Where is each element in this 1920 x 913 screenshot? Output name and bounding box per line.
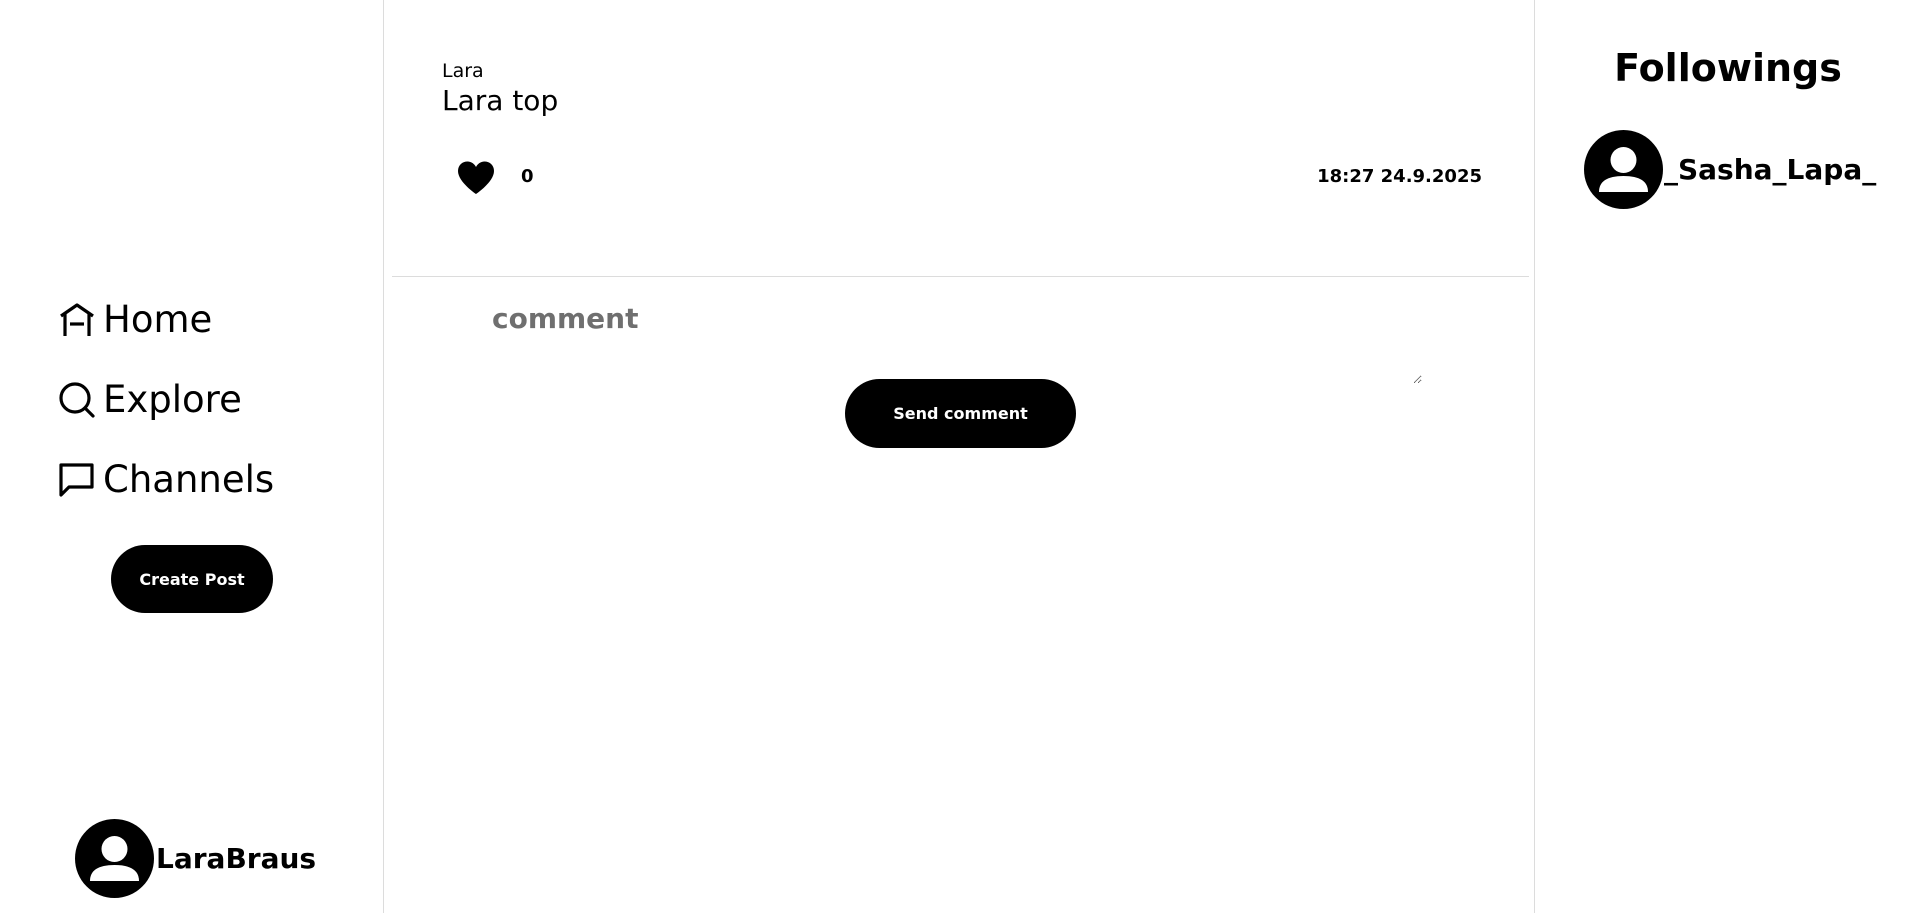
send-comment-button[interactable]: Send comment <box>845 379 1076 448</box>
left-sidebar: Home Explore Channels Create Post LaraBr… <box>0 0 384 913</box>
nav-item-channels[interactable]: Channels <box>57 456 274 504</box>
right-sidebar: Followings _Sasha_Lapa_ <box>1536 0 1920 913</box>
like-count: 0 <box>521 166 534 187</box>
comment-input[interactable] <box>492 296 1422 384</box>
nav-label-channels: Channels <box>103 458 275 501</box>
post-card: Lara Lara top 0 18:27 24.9.2025 <box>442 60 1482 194</box>
post-text: Lara top <box>442 84 559 117</box>
nav-item-home[interactable]: Home <box>57 296 274 344</box>
current-username: LaraBraus <box>156 842 317 875</box>
following-username: _Sasha_Lapa_ <box>1664 153 1877 186</box>
nav-label-home: Home <box>103 298 213 341</box>
chat-bubble-icon <box>57 460 97 500</box>
main-nav: Home Explore Channels <box>57 296 274 536</box>
home-icon <box>57 300 97 340</box>
heart-icon[interactable] <box>456 158 496 198</box>
divider <box>392 276 1529 277</box>
avatar-icon <box>75 819 154 898</box>
current-user-profile[interactable]: LaraBraus <box>75 819 316 898</box>
avatar-icon <box>1584 130 1663 209</box>
create-post-button[interactable]: Create Post <box>111 545 273 613</box>
app-layout: Home Explore Channels Create Post LaraBr… <box>0 0 1920 913</box>
following-item[interactable]: _Sasha_Lapa_ <box>1584 130 1876 209</box>
nav-item-explore[interactable]: Explore <box>57 376 274 424</box>
post-meta: 0 18:27 24.9.2025 <box>442 152 1482 202</box>
nav-label-explore: Explore <box>103 378 242 421</box>
post-timestamp: 18:27 24.9.2025 <box>1317 166 1482 187</box>
main-feed: Lara Lara top 0 18:27 24.9.2025 Send com… <box>385 0 1535 913</box>
search-icon <box>57 380 97 420</box>
followings-title: Followings <box>1614 46 1842 90</box>
post-author[interactable]: Lara <box>442 60 1482 82</box>
